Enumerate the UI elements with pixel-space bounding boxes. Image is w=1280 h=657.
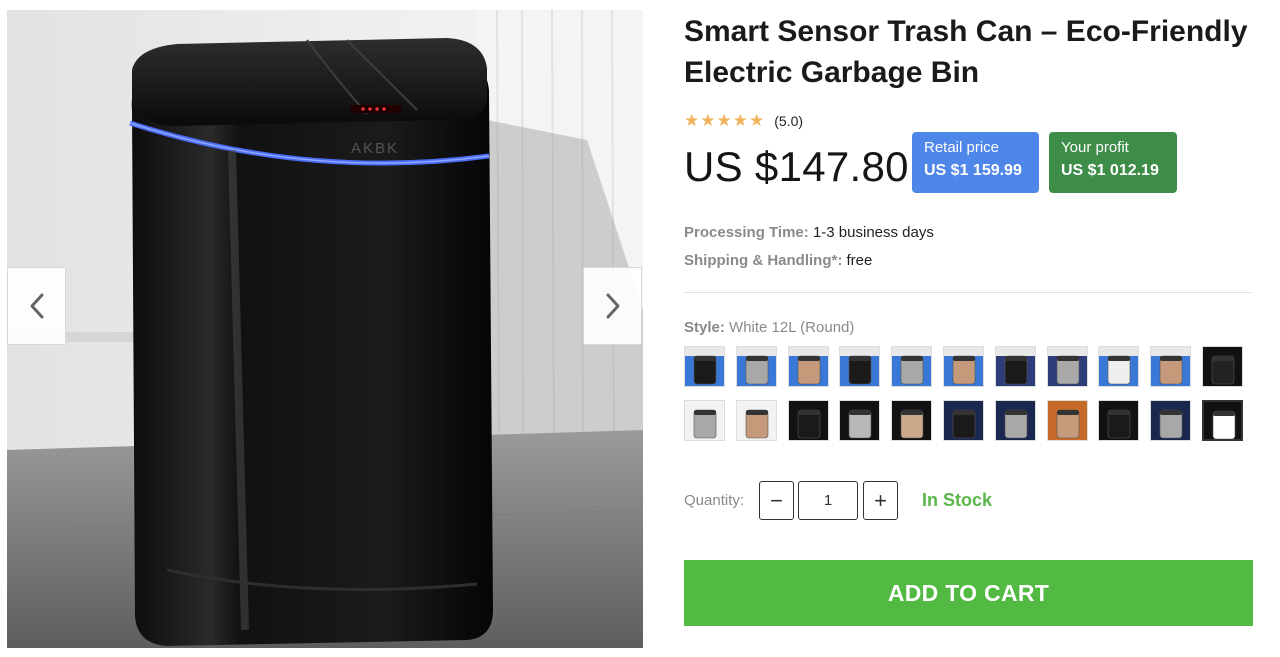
swatch-thumbnail — [1151, 347, 1191, 386]
style-swatch[interactable] — [891, 346, 933, 387]
add-to-cart-button[interactable]: ADD TO CART — [684, 560, 1253, 626]
style-swatch[interactable] — [1202, 346, 1243, 387]
star-icon: ★ — [732, 111, 748, 130]
rating-value: (5.0) — [774, 112, 804, 129]
quantity-decrease-button[interactable]: − — [759, 481, 794, 520]
style-swatch[interactable] — [839, 400, 881, 441]
shipping-handling: Shipping & Handling*: free — [684, 252, 872, 269]
style-swatch[interactable] — [994, 400, 1036, 441]
style-swatch[interactable] — [943, 400, 984, 441]
retail-price-label: Retail price — [924, 139, 1000, 156]
style-swatch[interactable] — [735, 346, 777, 387]
quantity-input[interactable] — [798, 481, 858, 520]
gallery-next-button[interactable] — [583, 267, 642, 345]
quantity-increase-button[interactable]: + — [863, 481, 898, 520]
style-swatch[interactable] — [1150, 346, 1192, 387]
shipping-value: free — [846, 252, 873, 269]
quantity-label: Quantity: — [684, 492, 745, 509]
star-icon: ★ — [700, 111, 716, 130]
profit-badge: Your profit US $1 012.19 — [1049, 132, 1177, 193]
product-gallery: AKBK — [7, 10, 643, 648]
chevron-right-icon — [606, 293, 619, 319]
style-selected-value: White 12L (Round) — [729, 319, 855, 336]
shipping-label: Shipping & Handling*: — [684, 252, 843, 269]
style-label: Style: — [684, 319, 725, 336]
swatch-thumbnail — [944, 347, 983, 386]
star-icon: ★ — [716, 111, 732, 130]
swatch-thumbnail — [1203, 347, 1242, 386]
retail-price-badge: Retail price US $1 159.99 — [912, 132, 1039, 193]
star-icon: ★ — [749, 111, 765, 130]
style-swatch[interactable] — [1202, 400, 1243, 441]
style-swatch[interactable] — [1098, 346, 1140, 387]
swatch-thumbnail — [736, 347, 776, 386]
swatch-thumbnail — [685, 347, 724, 386]
profit-label: Your profit — [1061, 139, 1129, 156]
style-swatch[interactable] — [684, 346, 725, 387]
swatch-thumbnail — [1151, 401, 1191, 440]
processing-time-value: 1-3 business days — [812, 224, 934, 241]
divider — [684, 292, 1253, 293]
gallery-prev-button[interactable] — [7, 267, 66, 345]
style-swatch[interactable] — [1046, 400, 1088, 441]
style-swatch[interactable] — [1046, 346, 1088, 387]
swatch-thumbnail — [1047, 347, 1087, 386]
stock-status: In Stock — [922, 490, 993, 510]
processing-time-label: Processing Time: — [684, 224, 809, 241]
style-selection: Style: White 12L (Round) — [684, 319, 854, 336]
swatch-thumbnail — [1099, 347, 1139, 386]
brand-logo-text: AKBK — [351, 140, 399, 157]
style-swatch[interactable] — [787, 346, 829, 387]
processing-time: Processing Time: 1-3 business days — [684, 224, 934, 241]
swatch-thumbnail — [840, 347, 880, 386]
product-price: US $147.80 — [684, 143, 909, 190]
style-swatch[interactable] — [735, 400, 777, 441]
style-swatch[interactable] — [787, 400, 829, 441]
swatch-thumbnail — [1204, 402, 1241, 439]
chevron-left-icon — [30, 293, 43, 319]
swatch-thumbnail — [1099, 401, 1139, 440]
swatch-thumbnail — [788, 347, 828, 386]
swatch-thumbnail — [995, 347, 1035, 386]
swatch-thumbnail — [892, 401, 932, 440]
rating-stars: ★ ★ ★ ★ ★ — [684, 112, 764, 129]
style-swatch[interactable] — [684, 400, 725, 441]
swatch-thumbnail — [840, 401, 880, 440]
product-title: Smart Sensor Trash Can – Eco-Friendly El… — [684, 15, 1248, 89]
retail-price-value: US $1 159.99 — [924, 162, 1022, 179]
swatch-thumbnail — [944, 401, 983, 440]
product-rating[interactable]: ★ ★ ★ ★ ★ (5.0) — [684, 112, 803, 129]
swatch-thumbnail — [892, 347, 932, 386]
style-swatch[interactable] — [994, 346, 1036, 387]
swatch-thumbnail — [685, 401, 724, 440]
product-image: AKBK — [7, 10, 643, 648]
style-swatch[interactable] — [891, 400, 933, 441]
style-swatch[interactable] — [1150, 400, 1192, 441]
style-swatch[interactable] — [1098, 400, 1140, 441]
star-icon: ★ — [684, 111, 700, 130]
swatch-thumbnail — [1047, 401, 1087, 440]
style-swatch[interactable] — [943, 346, 984, 387]
profit-value: US $1 012.19 — [1061, 162, 1159, 179]
style-swatch[interactable] — [839, 346, 881, 387]
swatch-thumbnail — [995, 401, 1035, 440]
swatch-thumbnail — [788, 401, 828, 440]
swatch-thumbnail — [736, 401, 776, 440]
